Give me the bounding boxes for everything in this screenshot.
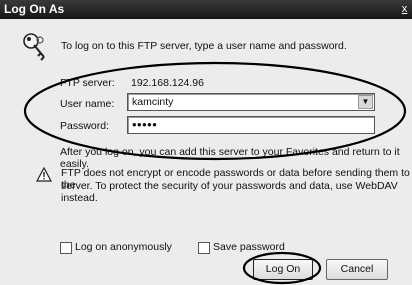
warning-icon (36, 167, 52, 182)
password-label: Password: (60, 120, 110, 132)
user-name-label: User name: (60, 98, 115, 110)
user-name-combobox[interactable]: kamcinty ▼ (127, 93, 375, 111)
key-icon (23, 33, 45, 61)
server-label: FTP server: (60, 77, 115, 89)
close-button[interactable]: x (398, 2, 411, 16)
user-name-value: kamcinty (132, 96, 174, 108)
password-field[interactable]: ••••• (127, 116, 375, 134)
anonymous-label[interactable]: Log on anonymously (75, 241, 172, 253)
server-value: 192.168.124.96 (131, 77, 204, 89)
warning-text-line2: server. To protect the security of your … (61, 180, 398, 204)
cancel-button[interactable]: Cancel (326, 259, 388, 280)
log-on-button[interactable]: Log On (253, 259, 313, 280)
password-mask: ••••• (132, 117, 158, 132)
anonymous-checkbox[interactable] (60, 242, 72, 254)
save-password-checkbox[interactable] (198, 242, 210, 254)
save-password-label[interactable]: Save password (213, 241, 285, 253)
title-bar: Log On As x (0, 0, 412, 19)
intro-text: To log on to this FTP server, type a use… (61, 40, 347, 52)
chevron-down-icon[interactable]: ▼ (358, 95, 373, 109)
dialog-title: Log On As (4, 2, 65, 16)
